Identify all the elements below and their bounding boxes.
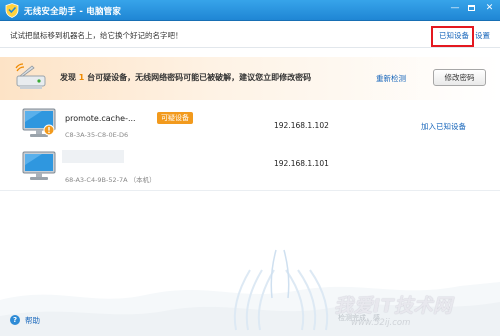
highlight-box: [431, 26, 474, 47]
alert-banner: 发现 1 台可疑设备，无线网络密码可能已被破解，建议您立即修改密码 重新检测 修…: [0, 57, 500, 100]
close-button[interactable]: ✕: [479, 0, 500, 18]
help-label: 帮助: [25, 316, 40, 325]
computer-monitor-icon: [22, 151, 56, 180]
maximize-button[interactable]: [463, 0, 479, 18]
help-icon: ?: [10, 315, 20, 325]
hint-bar: 试试把鼠标移到机器名上，给它换个好记的名字吧！ 已知设备 设置: [0, 22, 500, 48]
maximize-icon: [467, 5, 475, 11]
device-name-blurred[interactable]: [62, 150, 124, 163]
minimize-button[interactable]: —: [447, 0, 463, 18]
scanner-alert-icon: [15, 63, 46, 89]
list-item: 68-A3-C4-9B-52-7A （本机） 192.168.1.101: [0, 146, 500, 191]
change-password-button[interactable]: 修改密码: [433, 69, 486, 86]
suspicious-count: 1: [78, 73, 85, 82]
alert-prefix: 发现: [60, 73, 76, 82]
computer-monitor-icon: [22, 108, 56, 137]
rename-hint: 试试把鼠标移到机器名上，给它换个好记的名字吧！: [10, 31, 183, 40]
device-mac: 68-A3-C4-9B-52-7A （本机）: [65, 176, 156, 184]
recheck-link[interactable]: 重新检测: [376, 73, 406, 84]
device-mac: C8-3A-35-C8-0E-D6: [65, 131, 129, 139]
alert-message: 发现 1 台可疑设备，无线网络密码可能已被破解，建议您立即修改密码: [60, 72, 311, 83]
device-ip: 192.168.1.102: [274, 121, 329, 130]
title-bar: 无线安全助手 - 电脑管家 — ✕: [0, 0, 500, 21]
alert-body: 台可疑设备，无线网络密码可能已被破解，建议您立即修改密码: [87, 73, 312, 82]
shield-icon: [5, 3, 19, 18]
device-ip: 192.168.1.101: [274, 159, 329, 168]
watermark-url: www.52ij.com: [351, 318, 411, 328]
list-item: promote.cache-... 可疑设备 C8-3A-35-C8-0E-D6…: [0, 103, 500, 148]
device-name[interactable]: promote.cache-...: [65, 114, 136, 123]
settings-link[interactable]: 设置: [475, 30, 490, 41]
window-title: 无线安全助手 - 电脑管家: [24, 7, 122, 17]
add-known-device-link[interactable]: 加入已知设备: [421, 121, 466, 132]
suspicious-badge: 可疑设备: [157, 112, 193, 124]
